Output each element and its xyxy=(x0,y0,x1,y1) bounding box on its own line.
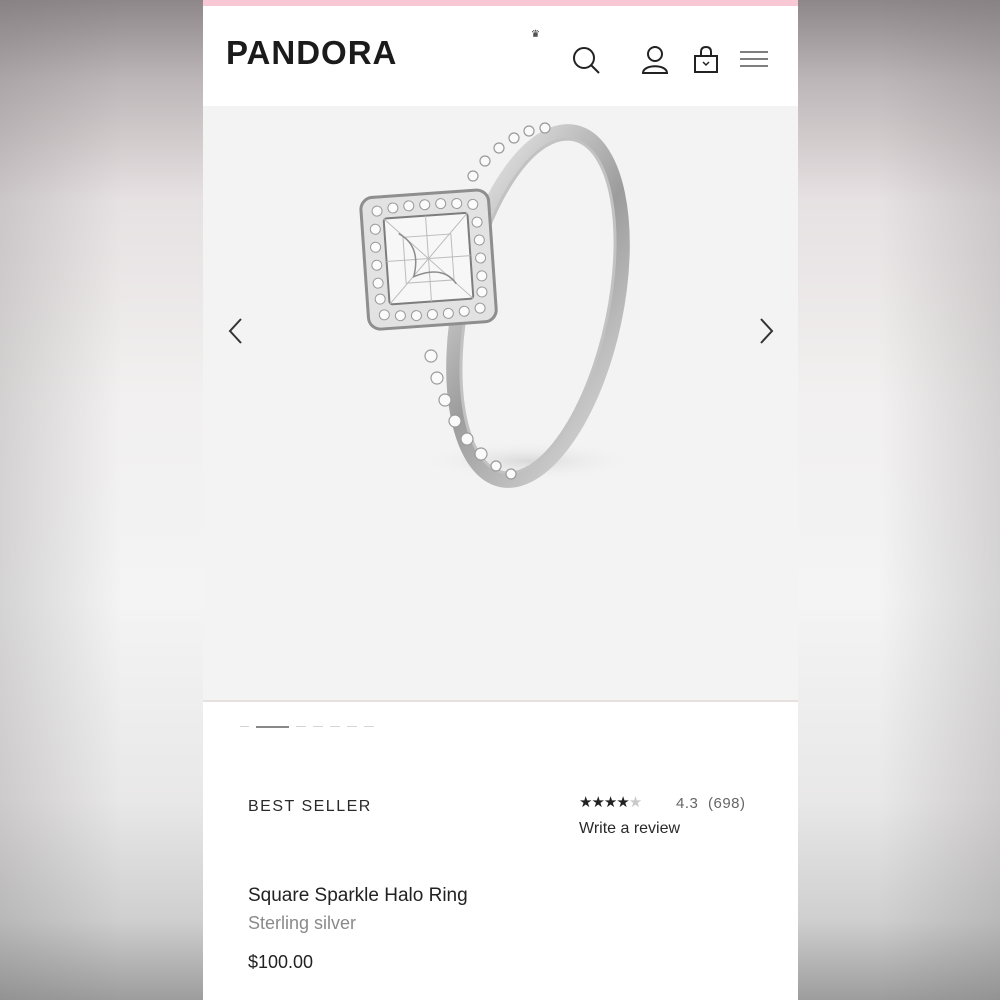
slide-dot-3[interactable] xyxy=(296,726,306,727)
background-right xyxy=(798,0,1000,1000)
background-left xyxy=(0,0,203,1000)
rating-stars: ★★★★★ xyxy=(579,793,642,811)
product-name: Square Sparkle Halo Ring xyxy=(248,885,468,906)
slide-dot-5[interactable] xyxy=(330,726,340,727)
bag-icon[interactable] xyxy=(689,42,725,78)
empty-star-icon: ★ xyxy=(628,794,642,811)
product-price: $100.00 xyxy=(248,952,314,972)
slide-dot-4[interactable] xyxy=(313,726,323,727)
product-material: Sterling silver xyxy=(248,913,357,933)
product-image xyxy=(359,122,638,488)
best-seller-badge: BEST SELLER xyxy=(248,798,372,815)
account-icon[interactable] xyxy=(637,42,673,78)
slide-dot-1[interactable] xyxy=(240,726,249,727)
brand-logo[interactable]: PANDORA xyxy=(226,34,397,72)
write-review-link[interactable]: Write a review xyxy=(579,820,680,838)
slide-dot-7[interactable] xyxy=(364,726,374,727)
product-image-gallery[interactable] xyxy=(203,106,798,700)
review-count: (698) xyxy=(708,795,746,812)
crown-icon: ♛ xyxy=(531,29,540,40)
search-icon[interactable] xyxy=(569,42,605,78)
filled-stars: ★★★★ xyxy=(579,794,630,811)
slide-dot-6[interactable] xyxy=(347,726,357,727)
gallery-divider xyxy=(203,700,798,702)
menu-icon[interactable] xyxy=(737,42,773,78)
product-page: PANDORA ♛ BEST SELLER ★★★★★ 4.3 (698) Wr… xyxy=(203,0,798,1000)
chevron-right-icon[interactable] xyxy=(751,311,781,351)
slide-dot-2[interactable] xyxy=(256,726,289,728)
site-header: PANDORA ♛ xyxy=(203,6,798,106)
chevron-left-icon[interactable] xyxy=(221,311,251,351)
rating-value: 4.3 xyxy=(676,795,699,812)
